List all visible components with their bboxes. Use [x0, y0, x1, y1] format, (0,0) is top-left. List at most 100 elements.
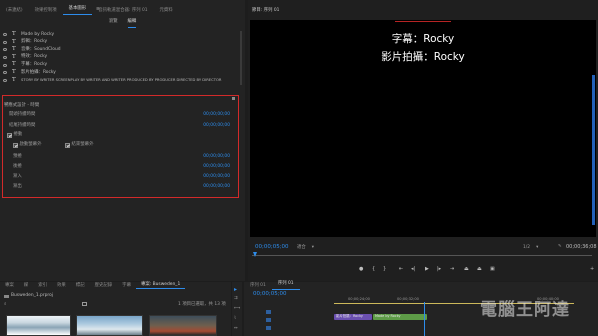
layer-row[interactable]: T 剪輯：Rocky	[0, 39, 241, 47]
new-bin-icon[interactable]	[82, 302, 87, 306]
program-duration: 00;00;36;08	[566, 244, 597, 250]
fit-dropdown[interactable]: 適合 ▾	[297, 245, 314, 250]
timeline-clip[interactable]: Made by Rocky	[373, 314, 427, 320]
timeline-timecode[interactable]: 00;00;05;00	[253, 291, 287, 298]
offscreen-end-checkbox[interactable]	[65, 143, 70, 148]
layer-name: 剪輯：Rocky	[21, 39, 48, 45]
media-thumbnail[interactable]	[149, 315, 217, 336]
tab-sequence[interactable]: 序列 01	[244, 283, 272, 288]
tab-media[interactable]: 媒	[19, 283, 33, 288]
eye-icon[interactable]	[3, 56, 7, 60]
program-timecode[interactable]: 00;00;05;00	[255, 244, 289, 251]
tab-metadata[interactable]: 元資料	[154, 8, 179, 13]
tools-panel: ▸ ⇉ ⟷ ⌇ ↔	[232, 282, 242, 336]
selection-tool-icon[interactable]: ▸	[234, 287, 237, 293]
layer-row[interactable]: T 特效：Rocky	[0, 54, 241, 62]
essential-graphics-panel: (未連結) 效果控制項 基本圖形 音訊軌道混合器: 序列 01 元資料 ≡ 瀏覽…	[0, 0, 245, 281]
easein-value[interactable]: 00;00;00;00	[203, 174, 230, 179]
tab-project-file[interactable]: 專案: Busweden_1	[135, 282, 186, 289]
timeline-clip[interactable]: 影片拍攝：Rocky	[334, 314, 372, 320]
offscreen-start-checkbox[interactable]	[13, 143, 18, 148]
media-thumbnail[interactable]	[6, 315, 71, 336]
tab-captions[interactable]: 字幕	[117, 283, 136, 288]
layer-name: STORY BY WRITER SCREENPLAY BY WRITER AND…	[21, 77, 222, 82]
panel-menu-icon[interactable]: ≡	[96, 7, 101, 12]
layer-list-scrollbar[interactable]	[240, 31, 242, 85]
end-duration-value[interactable]: 00;00;00;00	[203, 123, 230, 128]
eye-icon[interactable]	[3, 71, 7, 75]
go-to-out-icon[interactable]: ⇥	[450, 267, 454, 272]
text-layer-icon: T	[12, 53, 16, 60]
layer-name: 影片拍攝：Rocky	[21, 69, 56, 75]
layer-row[interactable]: T 影片拍攝：Rocky	[0, 69, 241, 77]
tab-essential-graphics[interactable]: 基本圖形	[62, 6, 93, 15]
preroll-value[interactable]: 00;00;00;00	[203, 154, 230, 159]
step-forward-icon[interactable]: |▸	[437, 267, 441, 272]
eye-icon[interactable]	[3, 63, 7, 67]
playhead-ruler[interactable]	[252, 255, 592, 256]
quality-dropdown[interactable]: 1/2 ▾	[523, 245, 539, 250]
caption-line-1: 字幕：Rocky	[391, 33, 455, 45]
settings-icon[interactable]	[232, 97, 235, 100]
eye-icon[interactable]	[3, 40, 7, 44]
play-icon[interactable]: ▶	[425, 267, 429, 272]
postroll-value[interactable]: 00;00;00;00	[203, 164, 230, 169]
eye-icon[interactable]	[3, 48, 7, 52]
media-thumbnail[interactable]	[76, 315, 143, 336]
track-header-v2[interactable]	[252, 310, 324, 315]
camera-icon[interactable]: ▣	[490, 267, 495, 272]
track-toggle-icon[interactable]	[266, 310, 271, 314]
step-back-icon[interactable]: ◂|	[411, 267, 415, 272]
add-marker-icon[interactable]: ●	[359, 267, 363, 272]
tab-sequence-active[interactable]: 序列 01	[271, 281, 300, 290]
subtab-edit[interactable]: 編輯	[127, 19, 137, 28]
text-layer-icon: T	[12, 76, 16, 83]
eye-icon[interactable]	[3, 78, 7, 82]
track-toggle-icon[interactable]	[266, 318, 271, 322]
start-duration-row: 開頭持續時間 00;00;00;00	[9, 111, 230, 119]
roll-checkbox-row[interactable]: 捲動	[7, 132, 22, 138]
tab-project[interactable]: 專案	[0, 283, 19, 288]
program-scrollbar[interactable]	[592, 75, 595, 225]
track-toggle-icon[interactable]	[266, 326, 271, 330]
program-title[interactable]: 節目: 序列 01	[252, 8, 279, 13]
track-header-v1[interactable]	[252, 317, 324, 322]
tab-history[interactable]: 歷史記錄	[90, 283, 118, 288]
wrench-icon[interactable]: ✎	[558, 244, 562, 249]
track-select-icon[interactable]: ⇉	[234, 296, 238, 301]
start-duration-value[interactable]: 00;00;00;00	[203, 112, 230, 117]
search-icon[interactable]: ⌕	[4, 302, 6, 307]
ruler-label: 00;00;24;00	[348, 297, 370, 301]
timeline-playhead[interactable]	[424, 302, 425, 336]
tab-index[interactable]: 索引	[33, 283, 52, 288]
chevron-down-icon: ▾	[536, 245, 539, 250]
extract-icon[interactable]: ⏏	[477, 267, 482, 272]
mark-out-icon[interactable]: }	[383, 267, 386, 272]
go-to-in-icon[interactable]: ⇤	[399, 267, 403, 272]
eye-icon[interactable]	[3, 33, 7, 37]
easeout-value[interactable]: 00;00;00;00	[203, 184, 230, 189]
subtab-browse[interactable]: 瀏覽	[109, 19, 118, 28]
section-title: 響應式設計 - 時間	[4, 103, 40, 108]
layer-row[interactable]: T 字幕：Rocky	[0, 61, 241, 69]
tab-effects[interactable]: 效果	[52, 283, 71, 288]
tab-audio-mixer[interactable]: 音訊軌道混合器: 序列 01	[92, 8, 153, 13]
tab-markers[interactable]: 標記	[71, 283, 90, 288]
layer-row[interactable]: T 音樂：SoundCloud	[0, 46, 241, 54]
text-layer-icon: T	[12, 61, 16, 68]
roll-checkbox[interactable]	[7, 133, 12, 138]
lift-icon[interactable]: ⏏	[464, 267, 469, 272]
razor-icon[interactable]: ⌇	[234, 316, 236, 321]
tab-effect-controls[interactable]: 效果控制項	[29, 8, 63, 13]
add-button-icon[interactable]: +	[590, 267, 594, 272]
offscreen-start-row[interactable]: 啟動螢幕外	[13, 142, 41, 148]
layer-name: 字幕：Rocky	[21, 61, 48, 67]
mark-in-icon[interactable]: {	[372, 267, 375, 272]
tab-unlinked[interactable]: (未連結)	[0, 8, 29, 13]
offscreen-end-row[interactable]: 結束螢幕外	[65, 142, 93, 148]
layer-row[interactable]: T STORY BY WRITER SCREENPLAY BY WRITER A…	[0, 77, 241, 85]
video-canvas[interactable]: 字幕：Rocky 影片拍攝：Rocky	[250, 20, 596, 237]
slip-tool-icon[interactable]: ↔	[234, 326, 238, 331]
layer-row[interactable]: T Made by Rocky	[0, 31, 241, 39]
ripple-edit-icon[interactable]: ⟷	[234, 306, 240, 311]
